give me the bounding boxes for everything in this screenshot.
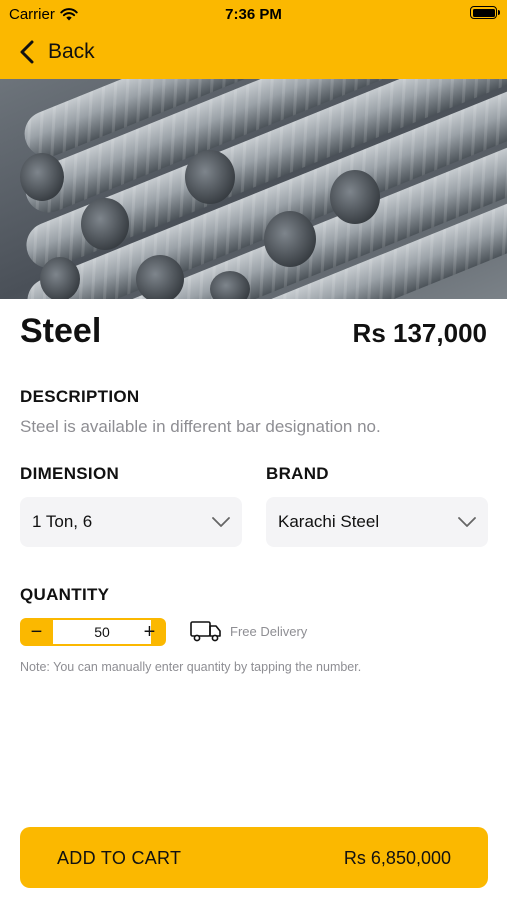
product-title: Steel bbox=[20, 312, 102, 350]
chevron-down-icon bbox=[212, 517, 230, 527]
product-image bbox=[0, 79, 507, 299]
brand-value: Karachi Steel bbox=[278, 512, 380, 531]
add-to-cart-label: ADD TO CART bbox=[57, 848, 182, 868]
back-button[interactable]: Back bbox=[20, 36, 95, 68]
battery-icon bbox=[470, 6, 500, 19]
brand-label: BRAND bbox=[266, 464, 329, 483]
product-price: Rs 137,000 bbox=[352, 318, 487, 348]
chevron-down-icon bbox=[458, 517, 476, 527]
quantity-label: QUANTITY bbox=[20, 585, 110, 604]
free-delivery-text: Free Delivery bbox=[230, 623, 308, 639]
quantity-stepper: − + bbox=[20, 618, 166, 646]
dimension-select[interactable]: 1 Ton, 6 bbox=[20, 497, 242, 547]
increment-button[interactable]: + bbox=[133, 618, 166, 646]
decrement-button[interactable]: − bbox=[20, 618, 53, 646]
description-text: Steel is available in different bar desi… bbox=[20, 417, 381, 436]
cart-total: Rs 6,850,000 bbox=[343, 848, 451, 868]
free-delivery-badge: Free Delivery bbox=[190, 620, 307, 642]
back-label: Back bbox=[48, 40, 95, 63]
steel-rebar-photo-icon bbox=[0, 79, 507, 299]
dimension-label: DIMENSION bbox=[20, 464, 120, 483]
chevron-left-icon bbox=[20, 40, 34, 64]
dimension-value: 1 Ton, 6 bbox=[32, 512, 93, 531]
brand-select[interactable]: Karachi Steel bbox=[266, 497, 488, 547]
top-bar: Carrier 7:36 PM Back bbox=[0, 0, 507, 79]
quantity-note: Note: You can manually enter quantity by… bbox=[20, 660, 362, 674]
status-bar: Carrier 7:36 PM bbox=[0, 0, 507, 28]
add-to-cart-button[interactable]: ADD TO CART Rs 6,850,000 bbox=[20, 827, 488, 888]
truck-icon bbox=[190, 621, 221, 642]
clock: 7:36 PM bbox=[225, 6, 282, 23]
description-label: DESCRIPTION bbox=[20, 387, 140, 406]
